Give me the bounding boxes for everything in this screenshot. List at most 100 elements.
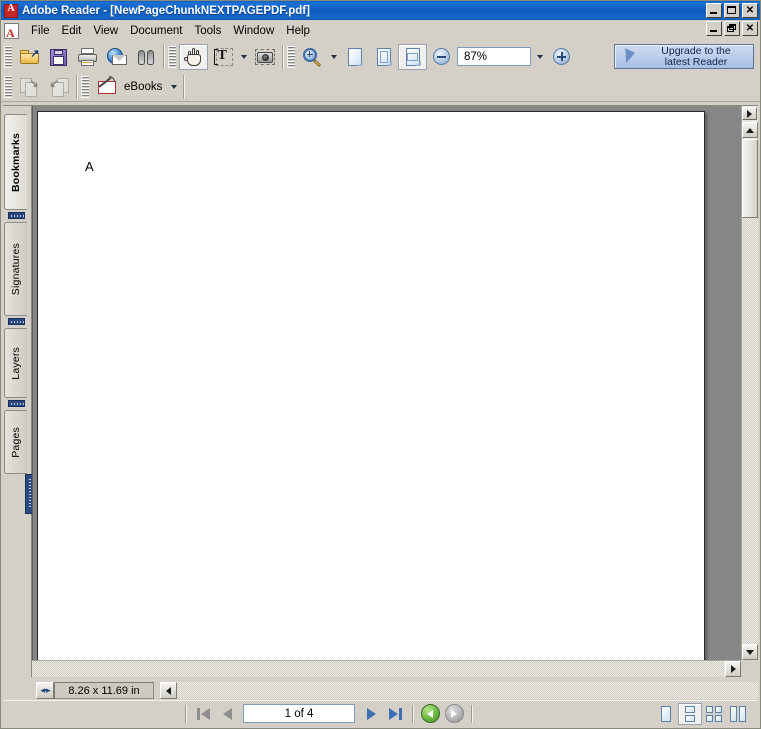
file-toolbar-group: ↗ [15,43,160,71]
window-title: Adobe Reader - [NewPageChunkNEXTPAGEPDF.… [22,4,310,17]
page-fit-width-icon [404,47,422,67]
horizontal-scroll-track[interactable] [32,661,724,677]
sidebar-tab-pages[interactable]: Pages [4,410,27,474]
scroll-right-button[interactable] [725,661,741,677]
print-button[interactable] [73,44,102,70]
ebooks-icon [96,76,118,97]
document-minimize-button[interactable] [706,21,722,36]
sidebar-grip-bookmarks[interactable] [8,212,25,219]
hand-tool-button[interactable] [179,43,208,70]
vertical-scroll-track[interactable] [742,218,758,644]
fit-page-button[interactable] [369,44,398,70]
menu-view[interactable]: View [87,23,124,39]
close-button[interactable]: ✕ [742,3,758,18]
fit-width-button[interactable] [398,43,427,70]
ebooks-button[interactable] [92,74,121,100]
sidebar-tab-bookmarks[interactable]: Bookmarks [4,114,27,210]
toolbar-grip-history[interactable] [4,76,12,98]
zoom-toolbar-group: 87% [298,43,576,71]
minimize-button[interactable] [706,3,722,18]
go-back-button[interactable] [418,704,442,724]
menu-document[interactable]: Document [124,23,188,39]
toolbar-grip-zoom[interactable] [287,45,295,68]
magnifier-icon [302,47,324,67]
next-page-button[interactable] [359,704,383,724]
open-file-button[interactable]: ↗ [15,44,44,70]
next-view-button[interactable]: ↙ [44,74,73,100]
save-button[interactable] [44,44,73,70]
menu-bar: A File Edit View Document Tools Window H… [1,20,760,41]
secondary-toolbar: ↘ ↙ eBooks [1,72,760,102]
nav-separator-2 [412,704,413,723]
menu-edit[interactable]: Edit [56,23,88,39]
navigation-statusbar: 1 of 4 [3,700,758,726]
ebooks-dropdown-arrow[interactable] [167,74,180,100]
menu-tools[interactable]: Tools [189,23,228,39]
zoom-out-circle-icon [433,48,450,65]
document-scroll-area[interactable]: A [32,106,741,660]
splitter-reveal-button[interactable] [742,107,757,120]
sidebar-grip-signatures[interactable] [8,318,25,325]
previous-page-button[interactable] [215,704,239,724]
zoom-in-button[interactable] [547,44,576,70]
navigation-pane-tabs: Bookmarks Signatures Layers Pages [3,106,33,677]
facing-layout-button[interactable] [702,703,726,725]
maximize-button[interactable] [724,3,740,18]
continuous-layout-button[interactable] [678,702,702,725]
first-page-button[interactable] [191,704,215,724]
previous-view-button[interactable]: ↘ [15,74,44,100]
next-view-icon: ↙ [48,77,70,97]
scroll-up-button[interactable] [742,122,758,138]
status-horizontal-track[interactable] [177,682,758,699]
cursor-arrow-icon [615,47,639,67]
go-forward-button[interactable] [442,704,466,724]
single-page-layout-button[interactable] [654,703,678,725]
search-button[interactable] [131,44,160,70]
zoom-level-input[interactable]: 87% [457,47,531,66]
email-button[interactable] [102,44,131,70]
adobe-reader-window: Adobe Reader - [NewPageChunkNEXTPAGEPDF.… [0,0,761,729]
toolbar-grip-tools[interactable] [168,45,176,68]
sidebar-tab-pages-label: Pages [10,426,22,458]
sidebar-grip-layers[interactable] [8,400,25,407]
window-controls: ✕ [706,3,758,18]
pdf-page: A [37,111,705,660]
toolbar-grip-file[interactable] [4,45,12,68]
menu-help[interactable]: Help [280,23,316,39]
upgrade-reader-button[interactable]: Upgrade to the latest Reader [614,44,754,69]
vertical-scroll-thumb[interactable] [742,139,758,218]
zoom-level-dropdown-arrow[interactable] [532,47,547,66]
last-page-button[interactable] [383,704,407,724]
ebooks-toolbar-group: eBooks [92,73,180,101]
back-circle-icon [420,704,440,723]
menu-window[interactable]: Window [227,23,280,39]
sidebar-tab-signatures[interactable]: Signatures [4,222,27,316]
menu-file[interactable]: File [25,23,56,39]
select-tool-dropdown-arrow[interactable] [237,44,250,70]
binoculars-icon [135,47,157,67]
vertical-scrollbar[interactable] [741,106,758,660]
document-close-button[interactable]: ✕ [742,21,758,36]
open-folder-icon: ↗ [19,47,41,67]
pane-resize-grip[interactable]: ◂▪▸ [36,682,54,699]
ebooks-label[interactable]: eBooks [121,81,167,93]
zoom-out-button[interactable] [427,44,456,70]
page-number-input[interactable]: 1 of 4 [243,704,355,723]
sidebar-tab-layers[interactable]: Layers [4,328,27,398]
zoom-tool-dropdown-arrow[interactable] [327,44,340,70]
sidebar-tab-bookmarks-label: Bookmarks [10,132,22,192]
toolbar-grip-ebooks[interactable] [81,76,89,98]
horizontal-scrollbar[interactable] [32,660,741,677]
page-info-statusbar: ◂▪▸ 8.26 x 11.69 in [3,680,758,701]
zoom-tool-button[interactable] [298,44,327,70]
scroll-left-button[interactable] [160,682,177,699]
actual-size-button[interactable] [340,44,369,70]
document-restore-button[interactable] [724,21,740,36]
scroll-down-button[interactable] [742,644,758,660]
continuous-facing-layout-button[interactable] [726,703,750,725]
page-actual-size-icon [346,47,364,67]
select-text-tool-button[interactable]: T [208,44,237,70]
printer-icon [77,47,99,67]
camera-snapshot-icon [254,47,276,67]
snapshot-tool-button[interactable] [250,44,279,70]
